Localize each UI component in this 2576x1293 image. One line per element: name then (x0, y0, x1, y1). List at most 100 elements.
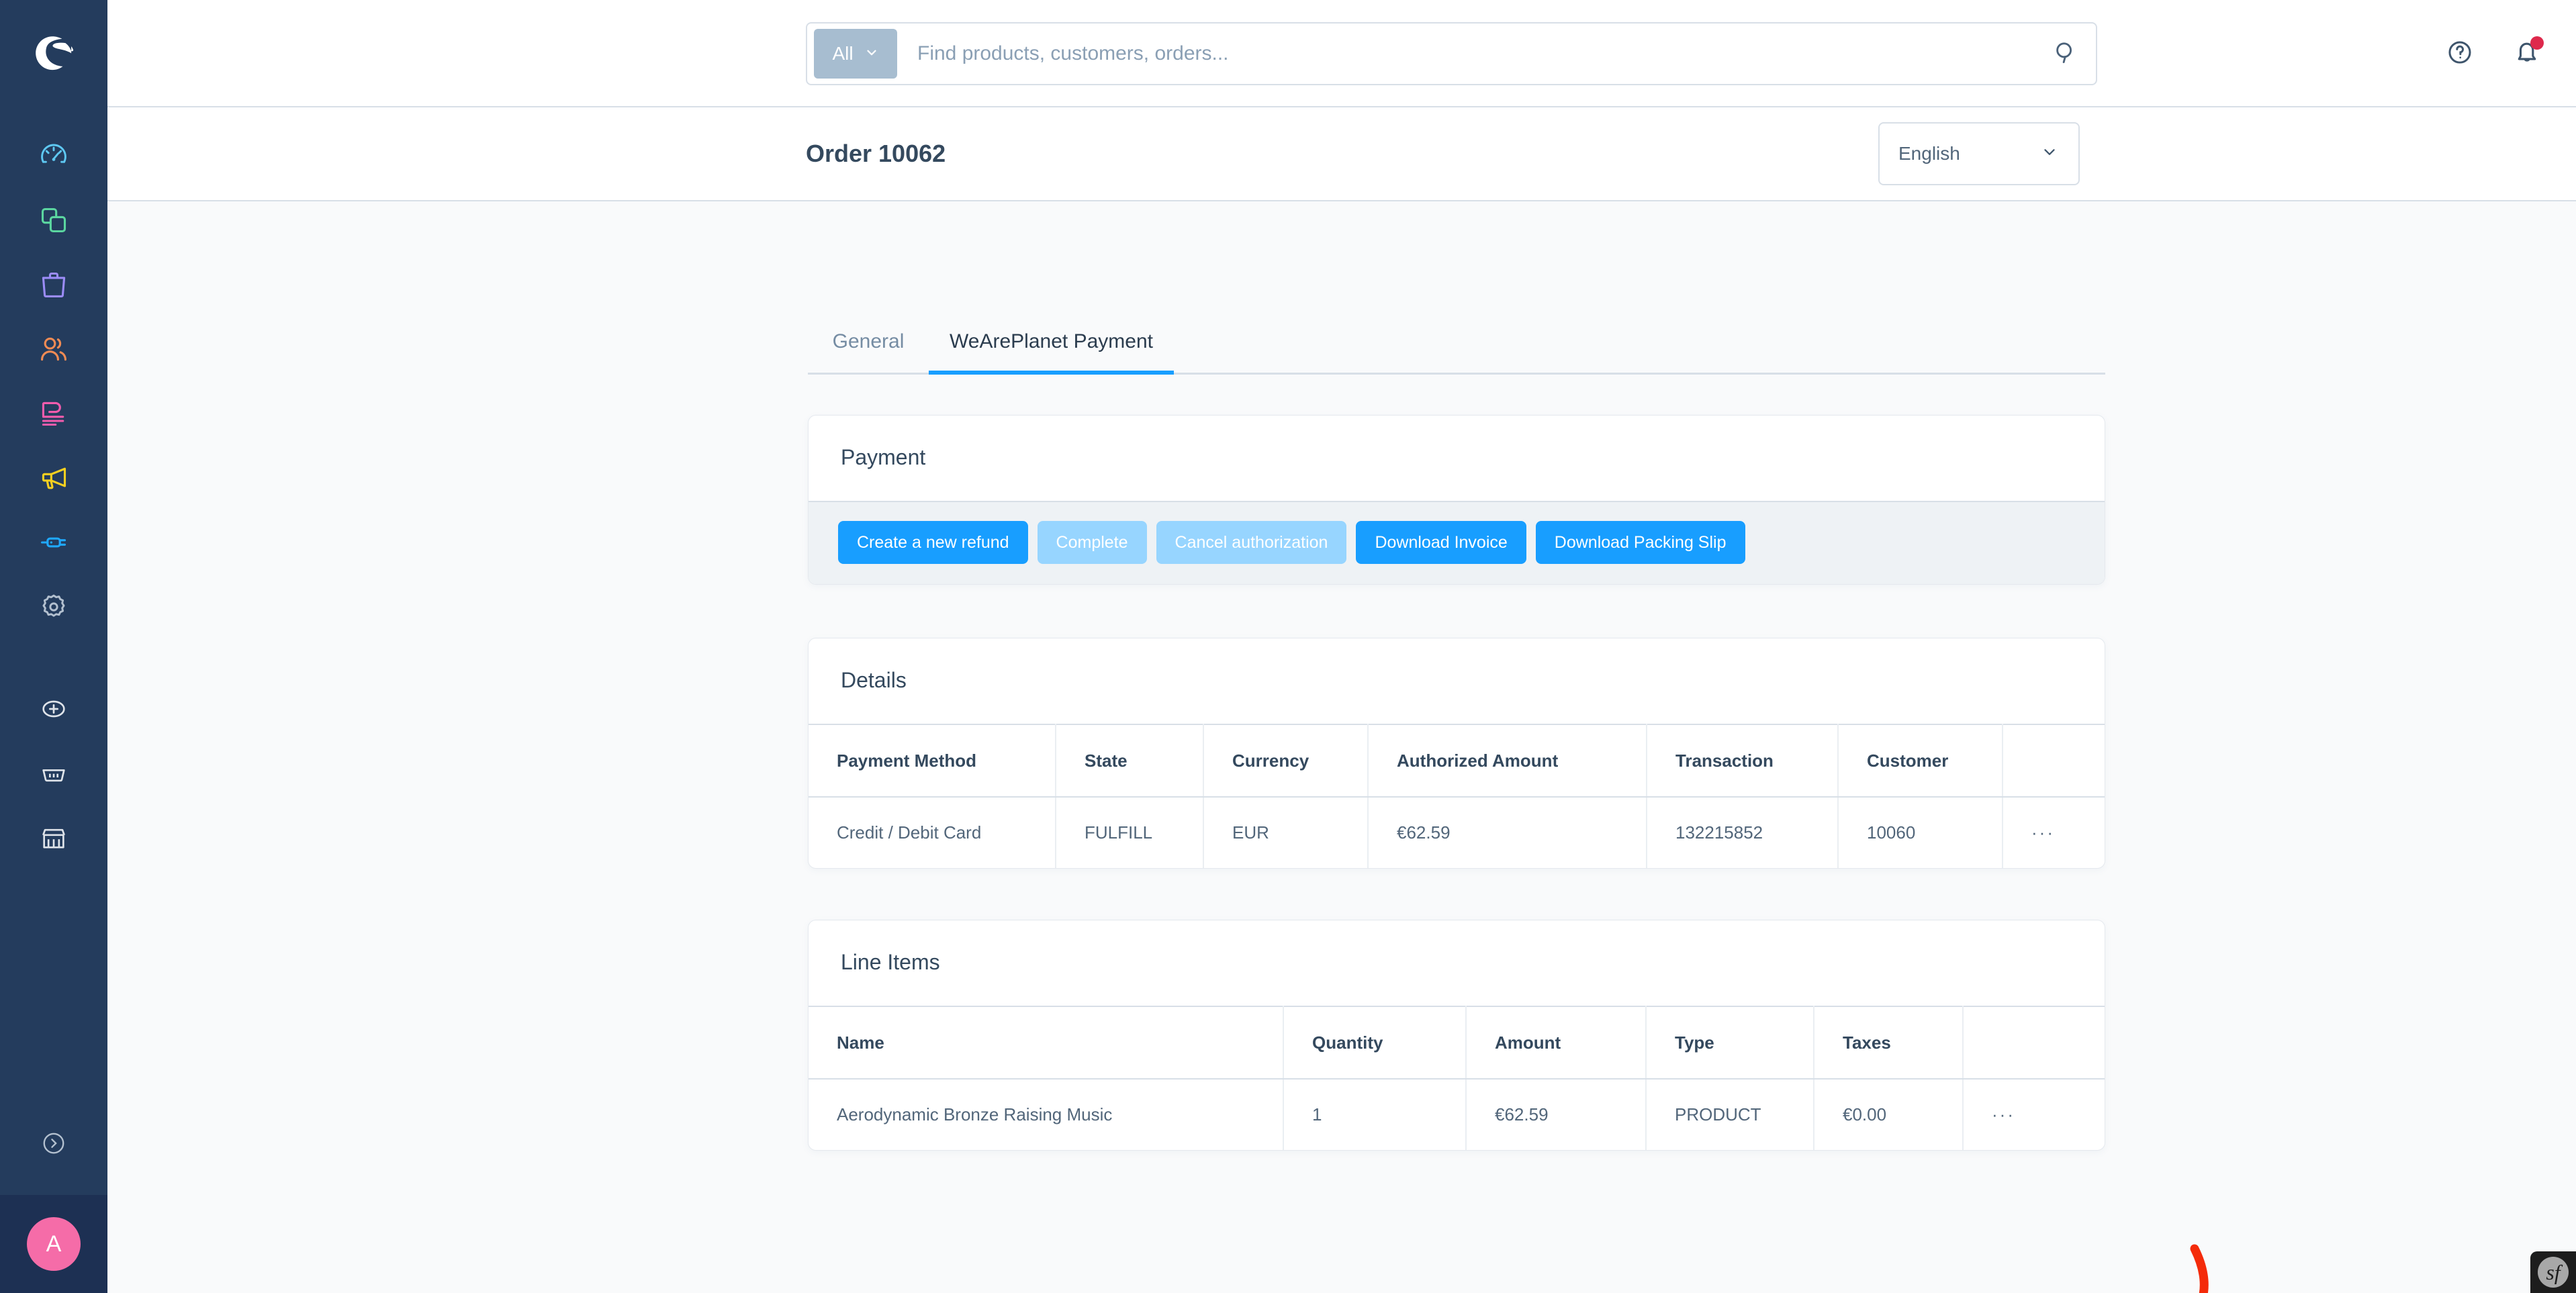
col-item-actions (1963, 1006, 2105, 1079)
megaphone-icon (39, 463, 68, 493)
download-invoice-button[interactable]: Download Invoice (1356, 521, 1526, 564)
sidebar-item-catalogues[interactable] (0, 188, 107, 252)
payment-actions: Create a new refund Complete Cancel auth… (809, 501, 2105, 584)
sidebar-item-customers[interactable] (0, 317, 107, 381)
question-circle-icon (2446, 38, 2474, 70)
chevron-down-icon (2041, 143, 2058, 165)
line-items-table: Name Quantity Amount Type Taxes Aerodyna… (809, 1006, 2105, 1150)
cell-amount: €62.59 (1466, 1079, 1646, 1150)
cell-currency: EUR (1203, 797, 1368, 868)
admin-app: A All (0, 0, 2576, 1293)
gauge-icon (39, 141, 68, 171)
col-payment-method: Payment Method (809, 724, 1056, 797)
complete-button[interactable]: Complete (1038, 521, 1147, 564)
col-type: Type (1646, 1006, 1814, 1079)
create-refund-button[interactable]: Create a new refund (838, 521, 1028, 564)
bag-icon (39, 270, 68, 299)
main-sidebar: A (0, 0, 107, 1293)
col-state: State (1056, 724, 1203, 797)
global-search[interactable]: All (806, 22, 2097, 85)
cell-taxes: €0.00 (1814, 1079, 1963, 1150)
content-area: General WeArePlanet Payment Payment Crea… (107, 201, 2576, 1293)
copy-icon (39, 205, 68, 235)
col-name: Name (809, 1006, 1283, 1079)
details-card: Details Payment Method State Currency Au… (808, 638, 2105, 869)
cell-name: Aerodynamic Bronze Raising Music (809, 1079, 1283, 1150)
col-authorized-amount: Authorized Amount (1368, 724, 1647, 797)
language-select[interactable]: English (1878, 122, 2080, 185)
sidebar-item-dashboard[interactable] (0, 124, 107, 188)
cms-icon (39, 399, 68, 428)
search-icon (2053, 40, 2078, 68)
notification-badge (2530, 36, 2544, 50)
cell-state: FULFILL (1056, 797, 1203, 868)
col-customer: Customer (1838, 724, 2003, 797)
sidebar-bottom: A (0, 1094, 107, 1293)
notifications-button[interactable] (2509, 36, 2545, 72)
col-taxes: Taxes (1814, 1006, 1963, 1079)
sidebar-item-content[interactable] (0, 381, 107, 446)
detail-tabs: General WeArePlanet Payment (808, 316, 2105, 375)
users-icon (39, 334, 68, 364)
search-scope-label: All (832, 43, 853, 64)
details-table: Payment Method State Currency Authorized… (809, 724, 2105, 868)
payment-card-title: Payment (809, 416, 2105, 501)
sidebar-item-extensions[interactable] (0, 510, 107, 575)
user-avatar-wrap[interactable]: A (0, 1195, 107, 1293)
search-submit-button[interactable] (2042, 40, 2089, 68)
plus-circle-icon (40, 696, 67, 722)
line-item-context-menu-button[interactable]: ··· (1963, 1079, 2105, 1150)
tab-general[interactable]: General (808, 330, 929, 375)
details-context-menu-button[interactable]: ··· (2003, 797, 2105, 868)
payment-card: Payment Create a new refund Complete Can… (808, 415, 2105, 585)
smart-bar: Order 10062 English (107, 107, 2576, 201)
page-title: Order 10062 (806, 140, 946, 168)
sidebar-expand-button[interactable] (0, 1094, 107, 1195)
cell-authorized-amount: €62.59 (1368, 797, 1647, 868)
sidebar-item-marketing[interactable] (0, 446, 107, 510)
sidebar-item-settings[interactable] (0, 575, 107, 639)
symfony-profiler-badge[interactable]: sf (2530, 1251, 2576, 1293)
search-scope-select[interactable]: All (814, 29, 897, 79)
details-card-title: Details (809, 638, 2105, 724)
cell-transaction: 132215852 (1647, 797, 1838, 868)
help-button[interactable] (2442, 36, 2478, 72)
sidebar-item-store[interactable] (0, 806, 107, 870)
chevron-right-circle-icon (41, 1131, 66, 1159)
table-row[interactable]: Credit / Debit Card FULFILL EUR €62.59 1… (809, 797, 2105, 868)
cell-quantity: 1 (1283, 1079, 1466, 1150)
basket-icon (40, 760, 67, 787)
plug-icon (39, 528, 68, 557)
col-transaction: Transaction (1647, 724, 1838, 797)
col-currency: Currency (1203, 724, 1368, 797)
table-row[interactable]: Aerodynamic Bronze Raising Music 1 €62.5… (809, 1079, 2105, 1150)
col-amount: Amount (1466, 1006, 1646, 1079)
avatar: A (27, 1217, 81, 1271)
cell-customer: 10060 (1838, 797, 2003, 868)
col-quantity: Quantity (1283, 1006, 1466, 1079)
tab-weareplanet-payment[interactable]: WeArePlanet Payment (929, 330, 1174, 375)
sidebar-item-sales[interactable] (0, 741, 107, 806)
cell-payment-method: Credit / Debit Card (809, 797, 1056, 868)
sidebar-nav (0, 107, 107, 870)
line-items-card: Line Items Name Quantity Amount Type Tax… (808, 920, 2105, 1151)
cancel-authorization-button[interactable]: Cancel authorization (1156, 521, 1347, 564)
download-packing-slip-button[interactable]: Download Packing Slip (1536, 521, 1745, 564)
col-actions (2003, 724, 2105, 797)
details-header-row: Payment Method State Currency Authorized… (809, 724, 2105, 797)
shop-icon (40, 824, 67, 851)
shopware-logo[interactable] (0, 0, 107, 107)
search-input[interactable] (897, 42, 2042, 65)
annotation-arrow (2068, 1235, 2263, 1293)
symfony-logo: sf (2538, 1257, 2569, 1288)
cell-type: PRODUCT (1646, 1079, 1814, 1150)
main-area: All (107, 0, 2576, 1293)
sidebar-item-add[interactable] (0, 677, 107, 741)
line-items-card-title: Line Items (809, 920, 2105, 1006)
gear-icon (39, 592, 68, 622)
topbar-actions (2442, 0, 2545, 107)
sidebar-item-orders[interactable] (0, 252, 107, 317)
line-items-header-row: Name Quantity Amount Type Taxes (809, 1006, 2105, 1079)
top-bar: All (107, 0, 2576, 107)
chevron-down-icon (864, 43, 879, 64)
